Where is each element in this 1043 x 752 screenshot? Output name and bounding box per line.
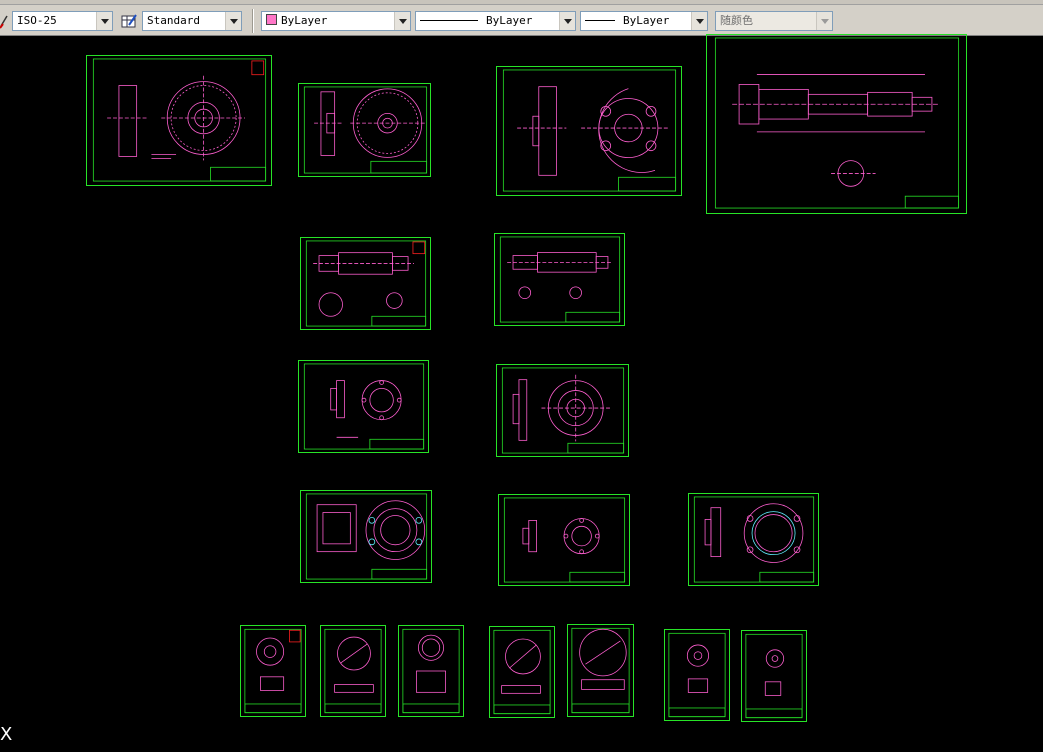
drawing-sheet[interactable] [664, 629, 730, 721]
drawing-sheet[interactable] [320, 625, 386, 717]
color-control-dropdown[interactable]: ByLayer [261, 11, 411, 31]
chevron-down-icon[interactable] [559, 12, 575, 30]
lineweight-preview [585, 20, 615, 21]
plotstyle-control-dropdown[interactable]: 随颜色 [715, 11, 833, 31]
chevron-down-icon[interactable] [96, 12, 112, 30]
linetype-preview [420, 20, 478, 21]
part-drawing-icon [493, 629, 551, 715]
part-drawing-icon [402, 628, 460, 714]
drawing-sheet[interactable] [240, 625, 306, 717]
ucs-cursor-icon: X [0, 724, 13, 745]
flange-drawing-icon [305, 493, 428, 580]
color-value: ByLayer [281, 14, 328, 27]
flange-drawing-icon [503, 497, 626, 583]
drawing-sheet[interactable] [298, 83, 431, 177]
linetype-control-dropdown[interactable]: ByLayer [415, 11, 576, 31]
part-drawing-icon [571, 627, 630, 714]
dimension-style-value: ISO-25 [17, 14, 57, 27]
drawing-sheet[interactable] [706, 34, 967, 214]
drawing-sheet[interactable] [298, 360, 429, 453]
drawing-sheet[interactable] [567, 624, 634, 717]
drawing-sheet[interactable] [496, 364, 629, 457]
part-drawing-icon [668, 632, 726, 718]
drawing-canvas[interactable]: X [0, 34, 1043, 752]
top-toolbar-strip [0, 0, 1043, 5]
tablestyle-icon[interactable] [120, 12, 138, 30]
drawing-sheet[interactable] [498, 494, 630, 586]
dimension-style-dropdown[interactable]: ISO-25 [12, 11, 113, 31]
flange-drawing-icon [501, 367, 625, 454]
part-drawing-icon [324, 628, 382, 714]
chevron-down-icon[interactable] [394, 12, 410, 30]
properties-toolbar: ISO-25 Standard ByLayer ByLayer ByLayer … [0, 0, 1043, 36]
toolbar-separator [252, 9, 254, 33]
part-drawing-icon [244, 628, 302, 714]
drawing-sheet[interactable] [741, 630, 807, 722]
table-style-dropdown[interactable]: Standard [142, 11, 242, 31]
lineweight-value: ByLayer [623, 14, 670, 27]
drawing-sheet[interactable] [496, 66, 682, 196]
lineweight-control-dropdown[interactable]: ByLayer [580, 11, 708, 31]
chevron-down-icon[interactable] [225, 12, 241, 30]
gear-drawing-icon [303, 86, 428, 174]
drawing-sheet[interactable] [688, 493, 819, 586]
shaft-drawing-icon [499, 236, 621, 323]
drawing-sheet[interactable] [398, 625, 464, 717]
chevron-down-icon[interactable] [691, 12, 707, 30]
table-style-value: Standard [147, 14, 200, 27]
plotstyle-value: 随颜色 [720, 14, 753, 27]
linetype-value: ByLayer [486, 14, 533, 27]
flange-drawing-icon [502, 69, 677, 192]
drawing-sheet[interactable] [494, 233, 625, 326]
color-swatch [266, 14, 277, 25]
flange-drawing-icon [693, 496, 815, 583]
drawing-sheet[interactable] [86, 55, 272, 186]
part-drawing-icon [745, 633, 803, 719]
gear-drawing-icon [92, 58, 267, 182]
drawing-sheet[interactable] [300, 490, 432, 583]
chevron-down-icon[interactable] [816, 12, 832, 30]
flange-drawing-icon [303, 363, 425, 450]
drawing-sheet[interactable] [489, 626, 555, 718]
shaft-drawing-icon [305, 240, 427, 327]
shaft-drawing-icon [714, 37, 960, 209]
drawing-sheet[interactable] [300, 237, 431, 330]
